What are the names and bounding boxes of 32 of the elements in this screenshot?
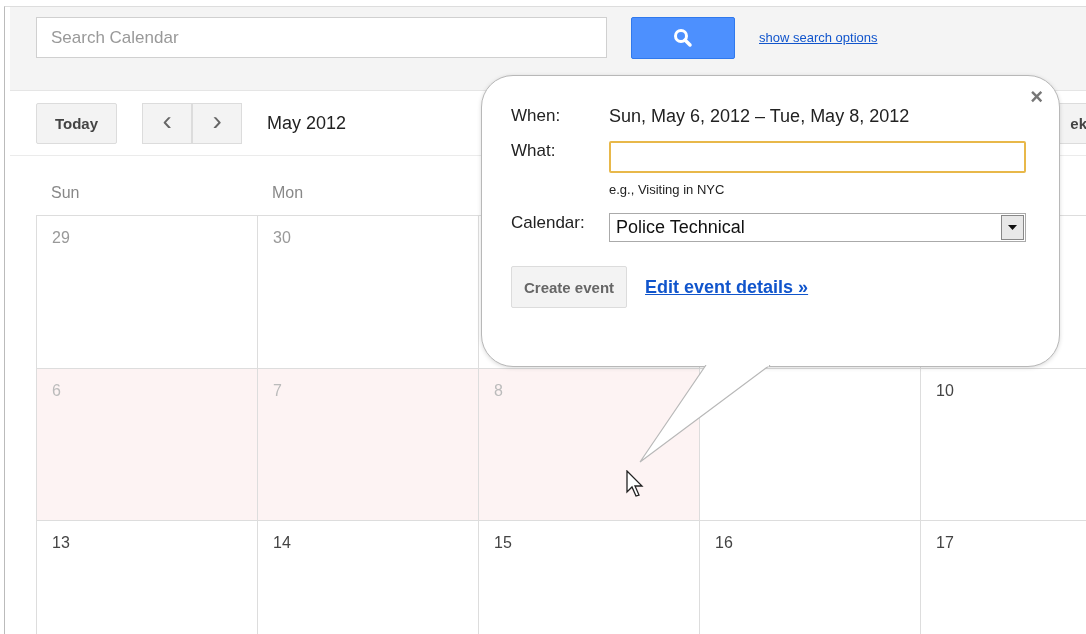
next-button[interactable]: › bbox=[192, 102, 243, 144]
when-label: When: bbox=[511, 106, 562, 126]
search-field[interactable]: Search Calendar bbox=[36, 17, 607, 58]
previous-button[interactable]: ‹ bbox=[142, 102, 193, 144]
day-number: 15 bbox=[494, 534, 512, 551]
create-event-button[interactable]: Create event bbox=[511, 266, 628, 308]
day-number: 14 bbox=[273, 534, 291, 551]
what-label: What: bbox=[511, 141, 557, 161]
day-number: 29 bbox=[52, 229, 70, 246]
month-title: May 2012 bbox=[267, 112, 347, 134]
weekday-header: Mon bbox=[271, 184, 305, 203]
edit-event-details-link[interactable]: Edit event details » bbox=[645, 276, 809, 298]
show-search-options-link[interactable]: show search options bbox=[759, 30, 878, 45]
weekday-header: Sun bbox=[50, 184, 81, 203]
mouse-cursor-icon bbox=[626, 470, 644, 498]
day-number: 10 bbox=[936, 382, 954, 399]
day-number: 8 bbox=[494, 382, 503, 399]
search-icon bbox=[673, 28, 693, 48]
when-value: Sun, May 6, 2012 – Tue, May 8, 2012 bbox=[609, 106, 911, 127]
day-number: 6 bbox=[52, 382, 61, 399]
search-button[interactable] bbox=[631, 17, 735, 59]
calendar-label: Calendar: bbox=[511, 213, 586, 233]
day-number: 7 bbox=[273, 382, 282, 399]
day-number: 17 bbox=[936, 534, 954, 551]
day-number: 13 bbox=[52, 534, 70, 551]
day-number: 16 bbox=[715, 534, 733, 551]
today-button[interactable]: Today bbox=[36, 102, 118, 144]
what-hint: e.g., Visiting in NYC bbox=[609, 182, 726, 197]
what-field[interactable] bbox=[609, 141, 1026, 173]
close-button[interactable]: × bbox=[1030, 86, 1043, 108]
day-number: 30 bbox=[273, 229, 291, 246]
calendar-dropdown[interactable]: Police Technical bbox=[609, 213, 1026, 242]
